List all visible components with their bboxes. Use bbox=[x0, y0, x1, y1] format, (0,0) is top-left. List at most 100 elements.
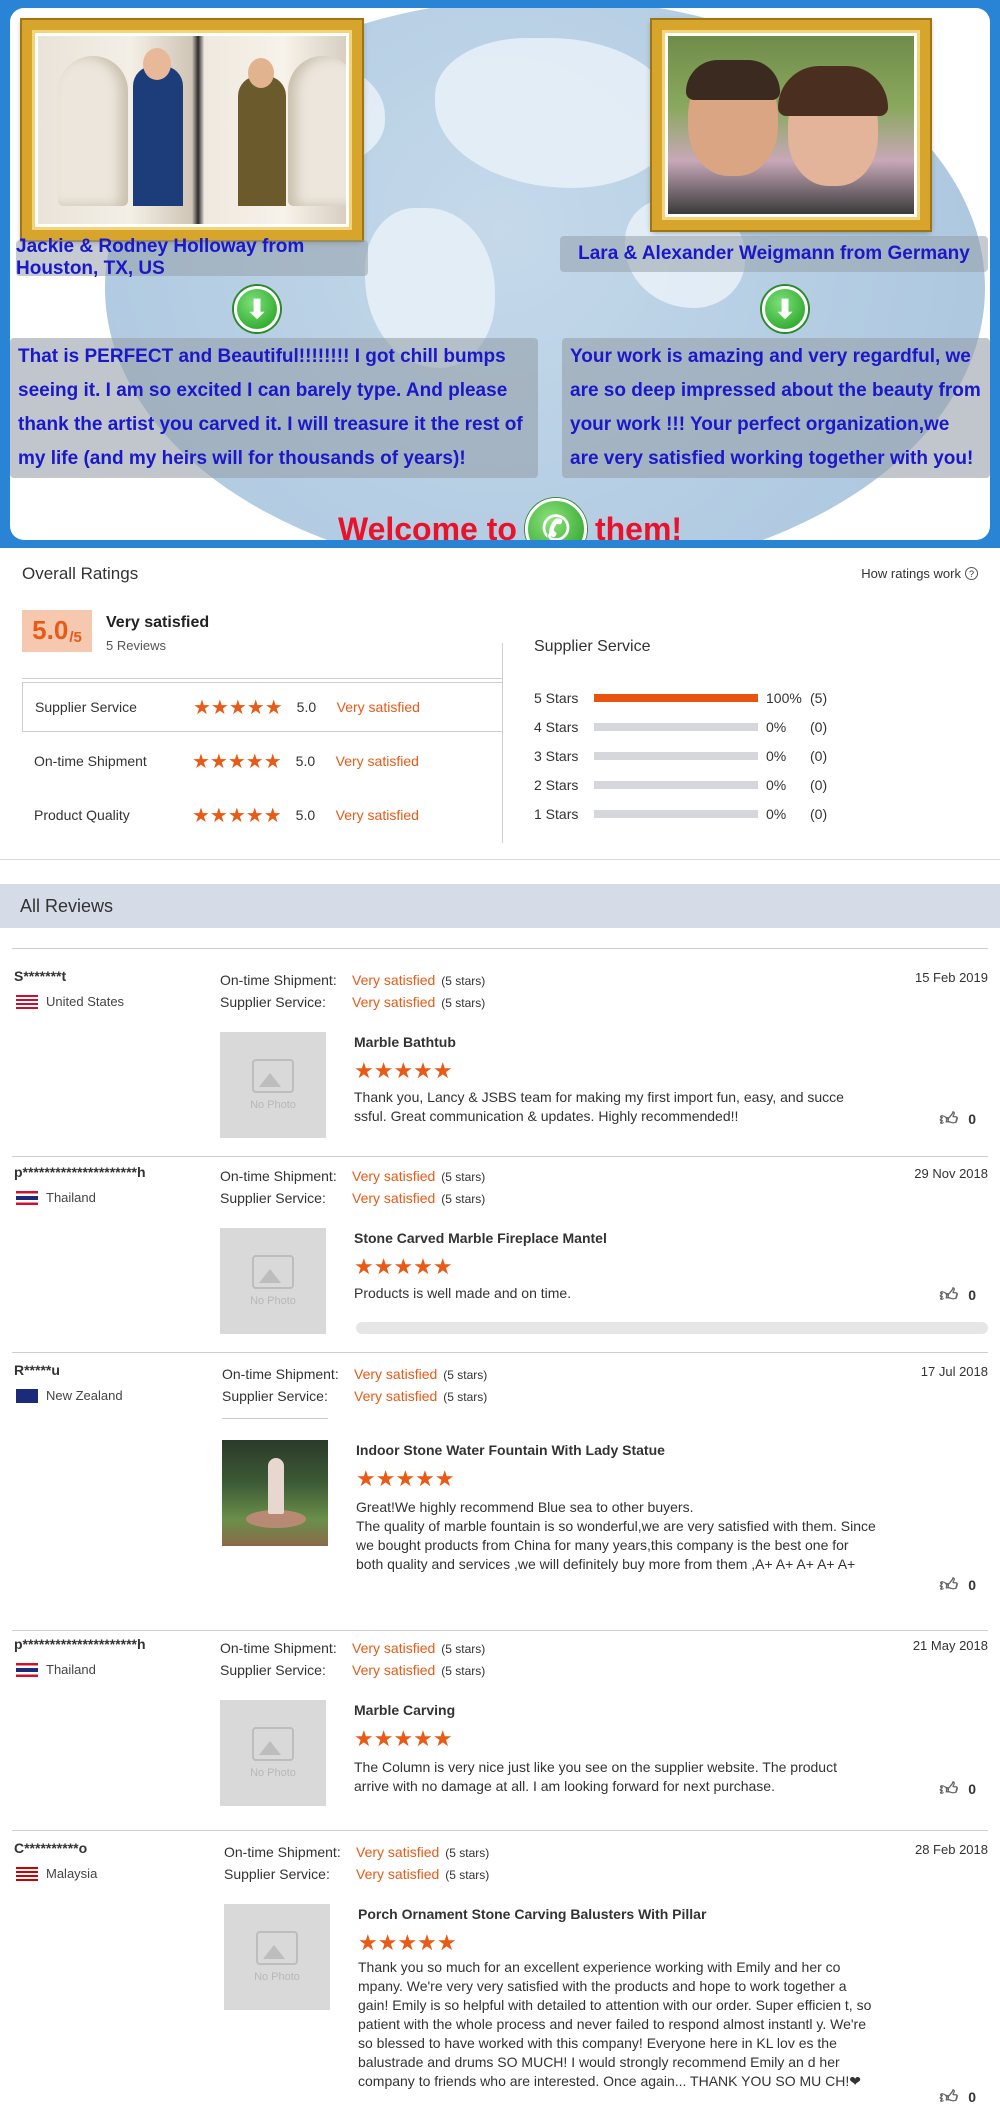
review-item: p*********************h Thailand On-time S… bbox=[0, 1636, 1000, 1831]
distribution-label: 5 Stars bbox=[534, 690, 579, 706]
overall-summary: Very satisfied bbox=[106, 614, 210, 631]
customer-photo-right bbox=[652, 20, 930, 230]
overall-score-badge: 5.0/5 bbox=[22, 610, 92, 652]
shipment-rating: Very satisfied bbox=[352, 1640, 436, 1656]
image-icon bbox=[252, 1059, 294, 1093]
distribution-percent: 100% bbox=[766, 690, 802, 706]
country-flag-icon bbox=[16, 1866, 38, 1881]
thumbs-up-icon: 👍︎ bbox=[939, 2087, 959, 2107]
image-separator bbox=[222, 1418, 328, 1419]
country-name: United States bbox=[46, 994, 125, 1009]
product-image-placeholder[interactable]: No Photo bbox=[220, 1228, 326, 1334]
how-ratings-work-link[interactable]: How ratings work ? bbox=[861, 566, 978, 581]
country-flag-icon bbox=[16, 1662, 38, 1677]
left-testimonial-quote: That is PERFECT and Beautiful!!!!!!!! I … bbox=[10, 338, 538, 478]
like-button[interactable]: 👍︎ 0 bbox=[939, 2086, 976, 2108]
rating-row-supplier-service[interactable]: Supplier Service ★★★★★ 5.0 Very satisfie… bbox=[22, 682, 502, 732]
rating-text: Very satisfied bbox=[336, 699, 420, 715]
reviewer-name: p*********************h bbox=[14, 1164, 146, 1180]
rating-label: Product Quality bbox=[34, 807, 130, 823]
no-photo-label: No Photo bbox=[250, 1099, 296, 1111]
country-flag-icon bbox=[16, 994, 38, 1009]
distribution-row: 5 Stars 100% (5) bbox=[534, 688, 827, 708]
review-date: 21 May 2018 bbox=[912, 1638, 988, 1653]
like-button[interactable]: 👍︎ 0 bbox=[939, 1284, 976, 1306]
product-name[interactable]: Indoor Stone Water Fountain With Lady St… bbox=[356, 1442, 665, 1458]
review-count: 5 Reviews bbox=[106, 638, 166, 653]
like-count: 0 bbox=[968, 1111, 976, 1127]
service-rating: Very satisfied bbox=[352, 1190, 436, 1206]
reviewer-name: R*****u bbox=[14, 1362, 60, 1378]
review-divider bbox=[12, 1630, 988, 1631]
overall-ratings-title: Overall Ratings bbox=[22, 564, 139, 583]
all-reviews-header: All Reviews bbox=[0, 884, 1000, 928]
review-meta: On-time Shipment: Very satisfied (5 stars)… bbox=[220, 972, 485, 1010]
distribution-percent: 0% bbox=[766, 748, 787, 764]
distribution-row: 3 Stars 0% (0) bbox=[534, 746, 827, 766]
distribution-row: 1 Stars 0% (0) bbox=[534, 804, 827, 824]
shipment-rating: Very satisfied bbox=[352, 972, 436, 988]
review-date: 17 Jul 2018 bbox=[920, 1364, 988, 1379]
ratings-divider bbox=[502, 643, 503, 843]
service-label: Supplier Service: bbox=[224, 1866, 330, 1882]
welcome-text-before: Welcome to bbox=[337, 510, 517, 541]
service-rating: Very satisfied bbox=[356, 1866, 440, 1882]
testimonial-banner: Jackie & Rodney Holloway from Houston, T… bbox=[0, 0, 1000, 548]
rating-row-product-quality[interactable]: Product Quality ★★★★★ 5.0 Very satisfied bbox=[22, 790, 502, 840]
like-count: 0 bbox=[968, 1781, 976, 1797]
down-arrow-icon: ⬇ bbox=[234, 286, 280, 332]
product-image-placeholder[interactable]: No Photo bbox=[220, 1032, 326, 1138]
product-image[interactable] bbox=[222, 1440, 328, 1546]
service-label: Supplier Service: bbox=[220, 1190, 326, 1206]
reviewer-name: S*******t bbox=[14, 968, 67, 984]
no-photo-label: No Photo bbox=[250, 1767, 296, 1779]
product-name[interactable]: Marble Carving bbox=[354, 1702, 455, 1718]
review-meta: On-time Shipment: Very satisfied (5 stars)… bbox=[224, 1844, 489, 1882]
rating-label: Supplier Service bbox=[35, 699, 137, 715]
service-stars: (5 stars) bbox=[441, 1664, 486, 1678]
product-name[interactable]: Stone Carved Marble Fireplace Mantel bbox=[354, 1230, 607, 1246]
country-name: Thailand bbox=[46, 1190, 96, 1205]
overall-ratings-section: Overall Ratings How ratings work ? 5.0/5… bbox=[0, 548, 1000, 860]
distribution-label: 4 Stars bbox=[534, 719, 579, 735]
distribution-row: 4 Stars 0% (0) bbox=[534, 717, 827, 737]
service-label: Supplier Service: bbox=[222, 1388, 328, 1404]
shipment-rating: Very satisfied bbox=[352, 1168, 436, 1184]
distribution-bar bbox=[594, 752, 758, 760]
review-text: Products is well made and on time. bbox=[354, 1285, 572, 1301]
distribution-label: 3 Stars bbox=[534, 748, 579, 764]
review-date: 15 Feb 2019 bbox=[914, 970, 988, 985]
like-count: 0 bbox=[968, 2089, 976, 2105]
product-name[interactable]: Porch Ornament Stone Carving Balusters W… bbox=[358, 1906, 706, 1922]
welcome-text-after: them! bbox=[594, 510, 683, 541]
horizontal-scrollbar[interactable] bbox=[356, 1322, 988, 1334]
shipment-label: On-time Shipment: bbox=[220, 1168, 337, 1184]
customer-photo-left bbox=[22, 20, 362, 240]
like-button[interactable]: 👍︎ 0 bbox=[939, 1778, 976, 1800]
service-stars: (5 stars) bbox=[441, 996, 486, 1010]
phone-icon[interactable]: ✆ bbox=[524, 498, 587, 540]
no-photo-label: No Photo bbox=[254, 1971, 300, 1983]
distribution-bar bbox=[594, 810, 758, 818]
how-ratings-work-text: How ratings work bbox=[861, 566, 961, 581]
image-icon bbox=[252, 1727, 294, 1761]
product-name[interactable]: Marble Bathtub bbox=[354, 1034, 456, 1050]
shipment-label: On-time Shipment: bbox=[222, 1366, 339, 1382]
rating-row-on-time-shipment[interactable]: On-time Shipment ★★★★★ 5.0 Very satisfie… bbox=[22, 736, 502, 786]
star-rating: ★★★★★ bbox=[193, 696, 283, 719]
distribution-percent: 0% bbox=[766, 719, 787, 735]
reviews-divider bbox=[12, 948, 988, 949]
product-image-placeholder[interactable]: No Photo bbox=[224, 1904, 330, 2010]
like-button[interactable]: 👍︎ 0 bbox=[939, 1574, 976, 1596]
distribution-row: 2 Stars 0% (0) bbox=[534, 775, 827, 795]
shipment-stars: (5 stars) bbox=[441, 1642, 486, 1656]
product-star-rating: ★★★★★ bbox=[354, 1254, 453, 1279]
like-count: 0 bbox=[968, 1577, 976, 1593]
review-text: Thank you so much for an excellent exper… bbox=[358, 1959, 872, 2089]
left-customer-caption: Jackie & Rodney Holloway from Houston, T… bbox=[16, 236, 368, 279]
banner-panel: Jackie & Rodney Holloway from Houston, T… bbox=[10, 8, 990, 540]
product-image-placeholder[interactable]: No Photo bbox=[220, 1700, 326, 1806]
distribution-count: (5) bbox=[810, 690, 828, 706]
like-button[interactable]: 👍︎ 0 bbox=[939, 1108, 976, 1130]
distribution-bar-fill bbox=[594, 694, 758, 702]
